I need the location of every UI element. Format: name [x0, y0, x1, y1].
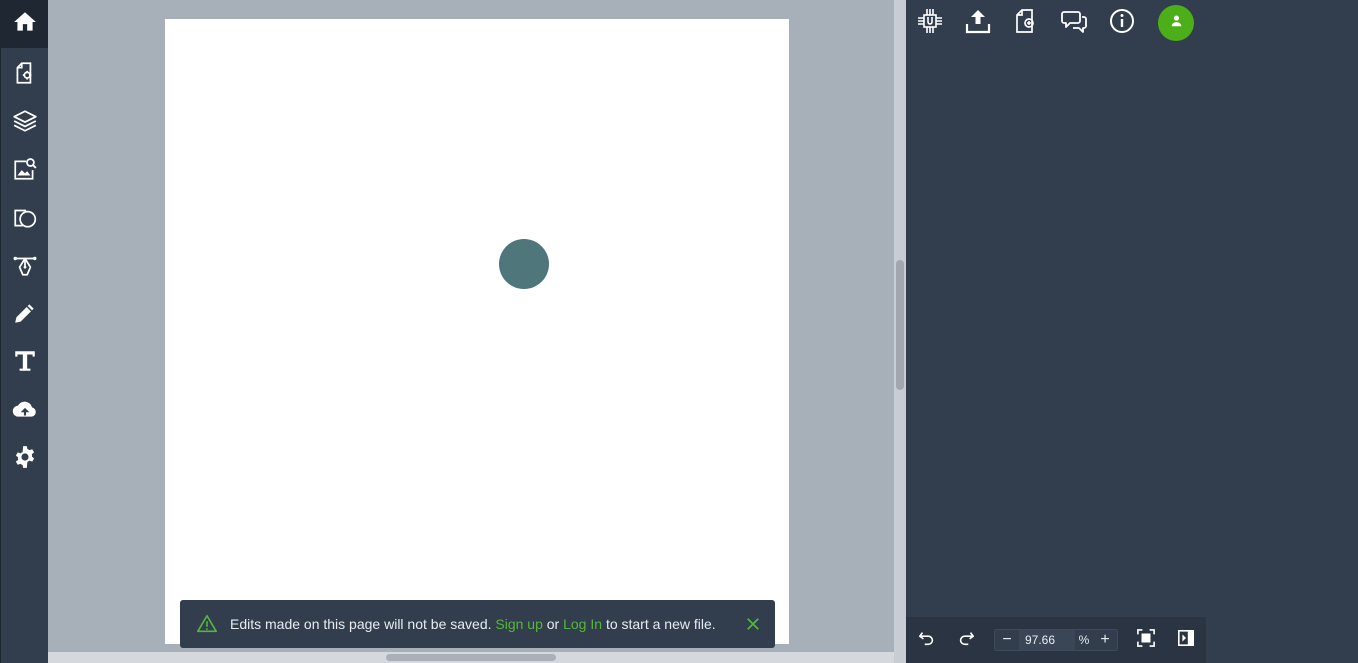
home-button[interactable]	[1, 0, 49, 48]
panel-toggle-icon	[1177, 629, 1195, 652]
toggle-panel-button[interactable]	[1173, 627, 1199, 653]
unsaved-edits-toast: Edits made on this page will not be save…	[180, 600, 775, 648]
cloud-upload-icon	[12, 396, 38, 427]
log-in-link[interactable]: Log In	[563, 616, 602, 632]
export-icon	[964, 7, 992, 40]
zoom-out-button[interactable]: −	[995, 630, 1019, 650]
horizontal-scroll-thumb[interactable]	[386, 654, 556, 661]
user-avatar-button[interactable]	[1158, 5, 1194, 41]
pencil-button[interactable]	[1, 291, 49, 339]
toast-message: Edits made on this page will not be save…	[230, 616, 716, 632]
home-icon	[12, 9, 38, 40]
layers-button[interactable]	[1, 99, 49, 147]
canvas-area[interactable]	[48, 0, 894, 652]
new-file-button[interactable]	[1006, 4, 1046, 42]
redo-button[interactable]	[953, 627, 979, 653]
undo-icon	[918, 629, 936, 652]
left-toolbar	[0, 0, 49, 663]
new-file-icon	[1012, 7, 1040, 40]
gear-icon	[12, 444, 38, 475]
text-icon	[12, 348, 38, 379]
right-panel: − % +	[906, 0, 1206, 663]
close-toast-button[interactable]	[743, 614, 763, 634]
layers-icon	[12, 108, 38, 139]
shapes-button[interactable]	[1, 195, 49, 243]
settings-button[interactable]	[1, 435, 49, 483]
toast-text: Edits made on this page will not be save…	[230, 616, 492, 632]
page-settings-button[interactable]	[1, 51, 49, 99]
plugins-icon	[916, 7, 944, 40]
redo-icon	[957, 629, 975, 652]
comments-button[interactable]	[1054, 4, 1094, 42]
bottom-bar: − % +	[906, 617, 1206, 663]
plugins-button[interactable]	[910, 4, 950, 42]
info-icon	[1108, 7, 1136, 40]
pencil-icon	[12, 300, 38, 331]
toast-suffix: to start a new file.	[605, 616, 716, 632]
toast-or-text: or	[546, 616, 560, 632]
cloud-upload-button[interactable]	[1, 387, 49, 435]
vertical-scrollbar[interactable]	[894, 0, 906, 663]
text-tool-button[interactable]	[1, 339, 49, 387]
undo-button[interactable]	[914, 627, 940, 653]
right-blank-area	[1206, 0, 1358, 663]
artboard[interactable]	[165, 19, 789, 644]
zoom-input[interactable]	[1019, 630, 1075, 650]
vertical-scroll-thumb[interactable]	[896, 260, 904, 390]
export-button[interactable]	[958, 4, 998, 42]
horizontal-scrollbar[interactable]	[48, 652, 894, 663]
zoom-in-button[interactable]: +	[1093, 630, 1117, 650]
sign-up-link[interactable]: Sign up	[495, 616, 542, 632]
image-search-icon	[12, 156, 38, 187]
close-icon	[747, 618, 759, 630]
pen-tool-button[interactable]	[1, 243, 49, 291]
circle-shape[interactable]	[499, 239, 549, 289]
image-search-button[interactable]	[1, 147, 49, 195]
info-button[interactable]	[1102, 4, 1142, 42]
page-settings-icon	[12, 60, 38, 91]
app: Edits made on this page will not be save…	[0, 0, 1358, 663]
comments-icon	[1060, 7, 1088, 40]
fit-to-screen-button[interactable]	[1133, 627, 1159, 653]
user-avatar-icon	[1170, 14, 1183, 32]
shapes-icon	[12, 204, 38, 235]
fit-screen-icon	[1137, 628, 1155, 652]
warning-icon	[196, 613, 218, 635]
zoom-unit: %	[1078, 633, 1090, 647]
pen-tool-icon	[12, 252, 38, 283]
zoom-control: − % +	[994, 629, 1118, 651]
